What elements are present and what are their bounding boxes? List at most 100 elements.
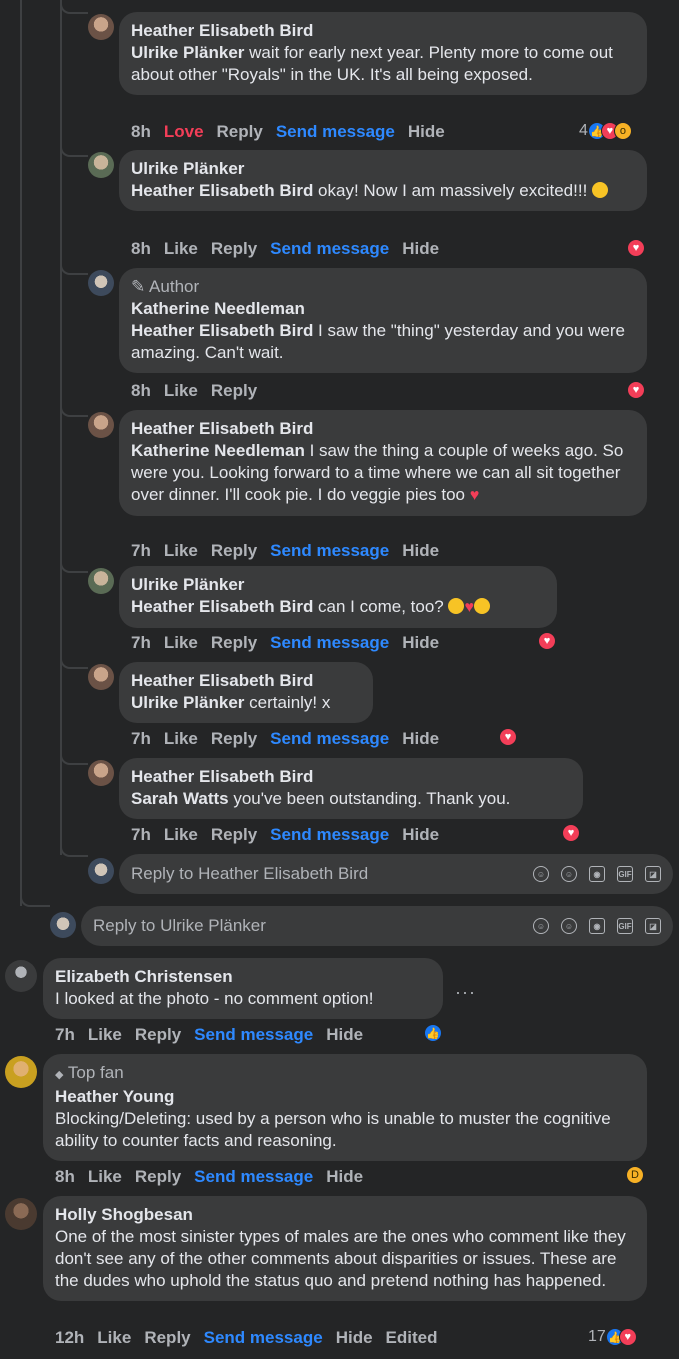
hide-button[interactable]: Hide xyxy=(402,541,439,560)
send-message-button[interactable]: Send message xyxy=(270,541,389,560)
reaction-summary[interactable]: ♥ xyxy=(499,728,517,746)
avatar[interactable] xyxy=(5,960,37,992)
comment-author[interactable]: Holly Shogbesan xyxy=(55,1204,635,1226)
reply-button[interactable]: Reply xyxy=(135,1025,181,1044)
more-options-icon[interactable]: ··· xyxy=(455,982,476,1003)
love-button[interactable]: Love xyxy=(164,122,204,141)
avatar[interactable] xyxy=(88,568,114,594)
comment-author[interactable]: Heather Elisabeth Bird xyxy=(131,670,361,692)
timestamp[interactable]: 8h xyxy=(131,381,151,400)
grin-emoji-icon xyxy=(448,598,465,614)
avatar[interactable] xyxy=(88,412,114,438)
reply-input[interactable]: Reply to Ulrike Plänker ☺ ☺ ◉ GIF ◪ xyxy=(81,906,673,946)
hide-button[interactable]: Hide xyxy=(326,1167,363,1186)
hide-button[interactable]: Hide xyxy=(402,729,439,748)
like-button[interactable]: Like xyxy=(88,1025,122,1044)
like-button[interactable]: Like xyxy=(164,541,198,560)
comment-text: I looked at the photo - no comment optio… xyxy=(55,989,374,1008)
mention-link[interactable]: Ulrike Plänker xyxy=(131,693,244,712)
reaction-summary[interactable]: 4 👍 ♥ o xyxy=(579,122,632,140)
reply-button[interactable]: Reply xyxy=(211,381,257,400)
like-button[interactable]: Like xyxy=(88,1167,122,1186)
avatar[interactable] xyxy=(5,1198,37,1230)
hide-button[interactable]: Hide xyxy=(408,122,445,141)
reply-button[interactable]: Reply xyxy=(211,729,257,748)
avatar[interactable] xyxy=(88,14,114,40)
mention-link[interactable]: Sarah Watts xyxy=(131,789,229,808)
timestamp[interactable]: 12h xyxy=(55,1328,84,1347)
comment-author[interactable]: Heather Elisabeth Bird xyxy=(131,418,635,440)
hide-button[interactable]: Hide xyxy=(402,633,439,652)
like-button[interactable]: Like xyxy=(164,825,198,844)
reply-input[interactable]: Reply to Heather Elisabeth Bird ☺ ☺ ◉ GI… xyxy=(119,854,673,894)
timestamp[interactable]: 7h xyxy=(131,729,151,748)
gif-icon[interactable]: GIF xyxy=(617,866,633,882)
reaction-summary[interactable]: ♥ xyxy=(562,824,580,842)
reply-button[interactable]: Reply xyxy=(211,633,257,652)
reaction-summary[interactable]: ♥ xyxy=(627,239,645,257)
timestamp[interactable]: 8h xyxy=(131,239,151,258)
reaction-summary[interactable]: ♥ xyxy=(627,381,645,399)
camera-icon[interactable]: ◉ xyxy=(589,918,605,934)
like-button[interactable]: Like xyxy=(97,1328,131,1347)
like-button[interactable]: Like xyxy=(164,633,198,652)
send-message-button[interactable]: Send message xyxy=(270,239,389,258)
reaction-summary[interactable]: 17 👍 ♥ xyxy=(588,1328,637,1346)
avatar[interactable] xyxy=(88,152,114,178)
emoji-icon[interactable]: ☺ xyxy=(561,866,577,882)
timestamp[interactable]: 8h xyxy=(131,122,151,141)
comment-author[interactable]: Ulrike Plänker xyxy=(131,158,635,180)
avatar-sticker-icon[interactable]: ☺ xyxy=(533,918,549,934)
avatar-sticker-icon[interactable]: ☺ xyxy=(533,866,549,882)
reply-button[interactable]: Reply xyxy=(211,541,257,560)
timestamp[interactable]: 8h xyxy=(55,1167,75,1186)
emoji-icon[interactable]: ☺ xyxy=(561,918,577,934)
comment-author[interactable]: Heather Elisabeth Bird xyxy=(131,766,571,788)
send-message-button[interactable]: Send message xyxy=(194,1025,313,1044)
mention-link[interactable]: Ulrike Plänker xyxy=(131,43,244,62)
reply-button[interactable]: Reply xyxy=(211,825,257,844)
timestamp[interactable]: 7h xyxy=(131,633,151,652)
mention-link[interactable]: Katherine Needleman xyxy=(131,441,305,460)
hide-button[interactable]: Hide xyxy=(402,825,439,844)
gif-icon[interactable]: GIF xyxy=(617,918,633,934)
like-button[interactable]: Like xyxy=(164,729,198,748)
hide-button[interactable]: Hide xyxy=(402,239,439,258)
sticker-icon[interactable]: ◪ xyxy=(645,918,661,934)
mention-link[interactable]: Heather Elisabeth Bird xyxy=(131,181,313,200)
comment-author[interactable]: Elizabeth Christensen xyxy=(55,966,431,988)
timestamp[interactable]: 7h xyxy=(131,825,151,844)
like-button[interactable]: Like xyxy=(164,381,198,400)
reply-button[interactable]: Reply xyxy=(211,239,257,258)
hide-button[interactable]: Hide xyxy=(326,1025,363,1044)
comment-author[interactable]: Katherine Needleman xyxy=(131,298,635,320)
send-message-button[interactable]: Send message xyxy=(270,729,389,748)
avatar[interactable] xyxy=(88,270,114,296)
comment-author[interactable]: Ulrike Plänker xyxy=(131,574,545,596)
comment-author[interactable]: Heather Young xyxy=(55,1086,635,1108)
reply-button[interactable]: Reply xyxy=(135,1167,181,1186)
comment-author[interactable]: Heather Elisabeth Bird xyxy=(131,20,635,42)
send-message-button[interactable]: Send message xyxy=(270,825,389,844)
sticker-icon[interactable]: ◪ xyxy=(645,866,661,882)
reaction-summary[interactable]: 👍 xyxy=(424,1024,442,1042)
camera-icon[interactable]: ◉ xyxy=(589,866,605,882)
avatar[interactable] xyxy=(5,1056,37,1088)
send-message-button[interactable]: Send message xyxy=(204,1328,323,1347)
avatar[interactable] xyxy=(88,760,114,786)
send-message-button[interactable]: Send message xyxy=(276,122,395,141)
edited-label[interactable]: Edited xyxy=(386,1328,438,1347)
mention-link[interactable]: Heather Elisabeth Bird xyxy=(131,321,313,340)
reply-button[interactable]: Reply xyxy=(217,122,263,141)
timestamp[interactable]: 7h xyxy=(131,541,151,560)
hide-button[interactable]: Hide xyxy=(336,1328,373,1347)
send-message-button[interactable]: Send message xyxy=(270,633,389,652)
send-message-button[interactable]: Send message xyxy=(194,1167,313,1186)
timestamp[interactable]: 7h xyxy=(55,1025,75,1044)
reaction-summary[interactable]: D xyxy=(626,1166,644,1184)
reaction-summary[interactable]: ♥ xyxy=(538,632,556,650)
like-button[interactable]: Like xyxy=(164,239,198,258)
mention-link[interactable]: Heather Elisabeth Bird xyxy=(131,597,313,616)
avatar[interactable] xyxy=(88,664,114,690)
reply-button[interactable]: Reply xyxy=(144,1328,190,1347)
